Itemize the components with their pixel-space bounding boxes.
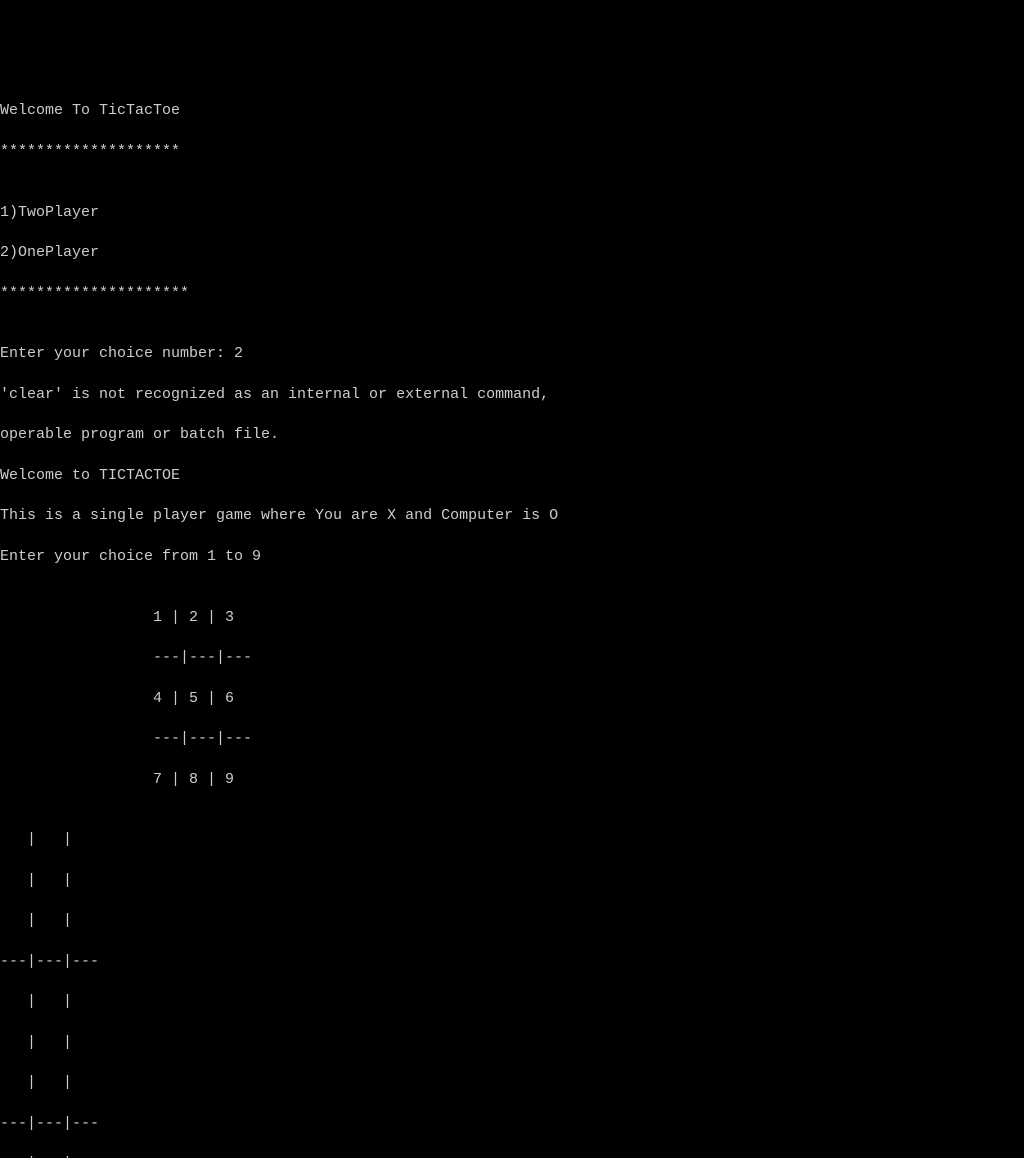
menu-option-2: 2)OnePlayer — [0, 243, 1024, 263]
instruction: Enter your choice from 1 to 9 — [0, 547, 1024, 567]
game-description: This is a single player game where You a… — [0, 506, 1024, 526]
game-board-row: | | — [0, 911, 1024, 931]
board-reference-sep: ---|---|--- — [0, 729, 1024, 749]
choice-prompt: Enter your choice number: 2 — [0, 344, 1024, 364]
game-board-row: | | — [0, 1033, 1024, 1053]
game-board-row: | | — [0, 1073, 1024, 1093]
game-board-sep: ---|---|--- — [0, 1114, 1024, 1134]
error-message: 'clear' is not recognized as an internal… — [0, 385, 1024, 405]
game-board-row: | | — [0, 830, 1024, 850]
menu-option-1: 1)TwoPlayer — [0, 203, 1024, 223]
divider: ********************* — [0, 284, 1024, 304]
game-board-row: | | — [0, 871, 1024, 891]
divider: ******************** — [0, 142, 1024, 162]
welcome-subtitle: Welcome to TICTACTOE — [0, 466, 1024, 486]
board-reference-sep: ---|---|--- — [0, 648, 1024, 668]
welcome-title: Welcome To TicTacToe — [0, 101, 1024, 121]
board-reference-row: 1 | 2 | 3 — [0, 608, 1024, 628]
board-reference-row: 7 | 8 | 9 — [0, 770, 1024, 790]
board-reference-row: 4 | 5 | 6 — [0, 689, 1024, 709]
game-board-sep: ---|---|--- — [0, 952, 1024, 972]
error-message: operable program or batch file. — [0, 425, 1024, 445]
game-board-row: | | — [0, 1154, 1024, 1158]
game-board-row: | | — [0, 992, 1024, 1012]
terminal-output[interactable]: Welcome To TicTacToe *******************… — [0, 81, 1024, 1158]
